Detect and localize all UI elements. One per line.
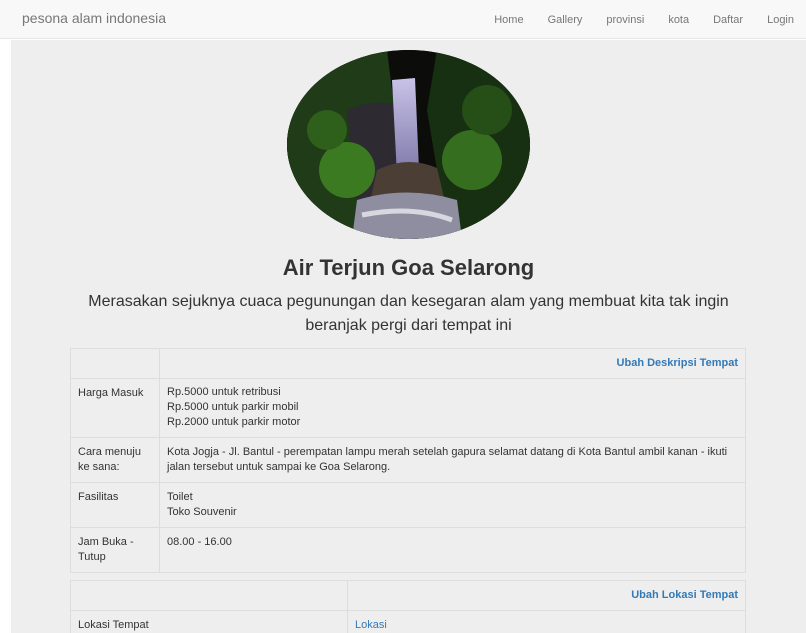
nav-provinsi[interactable]: provinsi bbox=[606, 14, 644, 26]
nav-home[interactable]: Home bbox=[494, 14, 523, 26]
location-link[interactable]: Lokasi bbox=[355, 619, 387, 631]
route-text: Kota Jogja - Jl. Bantul - perempatan lam… bbox=[159, 437, 746, 483]
table-row: Ubah Lokasi Tempat bbox=[70, 580, 746, 611]
row-label-fasilitas: Fasilitas bbox=[70, 482, 160, 528]
edit-description-link[interactable]: Ubah Deskripsi Tempat bbox=[617, 357, 738, 369]
table-row: Fasilitas Toilet Toko Souvenir bbox=[70, 482, 746, 528]
edit-location-link[interactable]: Ubah Lokasi Tempat bbox=[631, 589, 738, 601]
nav-gallery[interactable]: Gallery bbox=[548, 14, 583, 26]
table-row: Harga Masuk Rp.5000 untuk retribusi Rp.5… bbox=[70, 378, 746, 438]
location-table: Ubah Lokasi Tempat Lokasi Tempat Lokasi bbox=[70, 580, 746, 633]
nav-login[interactable]: Login bbox=[767, 14, 794, 26]
location-label: Lokasi Tempat bbox=[70, 610, 348, 633]
table-row: Lokasi Tempat Lokasi bbox=[70, 610, 746, 633]
waterfall-photo bbox=[287, 50, 530, 239]
nav-daftar[interactable]: Daftar bbox=[713, 14, 743, 26]
table-row: Ubah Deskripsi Tempat bbox=[70, 348, 746, 379]
description-table: Ubah Deskripsi Tempat Harga Masuk Rp.500… bbox=[70, 348, 746, 573]
row-label-route: Cara menuju ke sana: bbox=[70, 437, 160, 483]
facility-item: Toko Souvenir bbox=[167, 506, 237, 518]
nav-menu: Home Gallery provinsi kota Daftar Login bbox=[470, 0, 794, 39]
harga-line: Rp.2000 untuk parkir motor bbox=[167, 416, 301, 428]
row-label-hours: Jam Buka - Tutup bbox=[70, 527, 160, 573]
table-row: Jam Buka - Tutup 08.00 - 16.00 bbox=[70, 527, 746, 573]
hours-value: 08.00 - 16.00 bbox=[159, 527, 746, 573]
main-content: Air Terjun Goa Selarong Merasakan sejukn… bbox=[11, 40, 806, 633]
row-label-harga: Harga Masuk bbox=[70, 378, 160, 438]
page-title: Air Terjun Goa Selarong bbox=[282, 255, 535, 280]
facility-item: Toilet bbox=[167, 491, 193, 503]
brand-link[interactable]: pesona alam indonesia bbox=[22, 10, 166, 26]
table-row: Cara menuju ke sana: Kota Jogja - Jl. Ba… bbox=[70, 437, 746, 483]
top-navbar: pesona alam indonesia Home Gallery provi… bbox=[0, 0, 806, 39]
page-subtitle: Merasakan sejuknya cuaca pegunungan dan … bbox=[88, 293, 729, 334]
harga-line: Rp.5000 untuk retribusi bbox=[167, 386, 281, 398]
nav-kota[interactable]: kota bbox=[668, 14, 689, 26]
harga-line: Rp.5000 untuk parkir mobil bbox=[167, 401, 299, 413]
